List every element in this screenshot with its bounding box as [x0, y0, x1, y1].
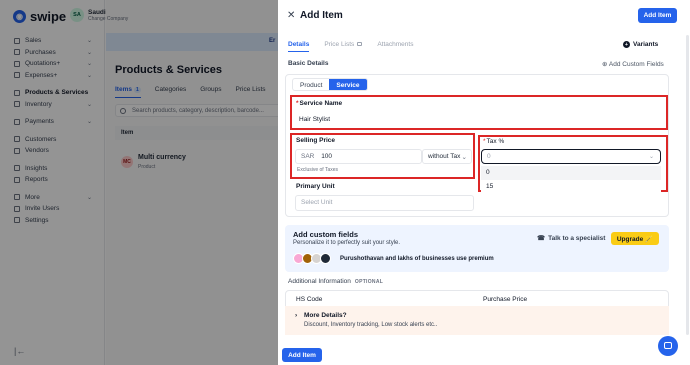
tab-price-lists[interactable]: Price Lists — [324, 41, 363, 52]
promo-title: Add custom fields — [293, 230, 359, 239]
currency-label: SAR — [301, 153, 315, 160]
tax-mode-select[interactable]: without Tax ⌄ — [422, 149, 472, 164]
chevron-right-icon: › — [295, 312, 298, 319]
more-details-title[interactable]: More Details? — [304, 312, 347, 319]
more-details-panel[interactable] — [285, 306, 669, 335]
talk-to-specialist-link[interactable]: ☎ Talk to a specialist — [537, 234, 606, 243]
talk-label: Talk to a specialist — [548, 234, 606, 242]
upgrade-button[interactable]: Upgrade 🪄 — [611, 232, 659, 245]
tax-label: *Tax % — [483, 138, 505, 145]
avatar — [320, 253, 331, 264]
scrollbar[interactable] — [686, 35, 689, 335]
service-name-label: *Service Name — [296, 100, 343, 107]
chevron-down-icon: ⌄ — [461, 154, 467, 161]
service-name-highlight — [290, 95, 668, 130]
section-basic-details: Basic Details — [288, 60, 329, 67]
tax-mode-value: without Tax — [428, 153, 461, 160]
add-custom-fields-link[interactable]: ⊕ Add Custom Fields — [602, 60, 664, 68]
lock-icon — [357, 42, 363, 47]
variants-label: Variants — [633, 41, 659, 48]
add-item-drawer: ✕ Add Item Add Item Details Price Lists … — [278, 0, 690, 365]
chat-support-button[interactable] — [658, 336, 678, 356]
tax-option[interactable]: 15 — [481, 180, 661, 194]
tab-details[interactable]: Details — [288, 41, 310, 52]
close-icon[interactable]: ✕ — [287, 10, 295, 21]
selling-price-value: 100 — [321, 153, 333, 160]
type-service-option[interactable]: Service — [329, 79, 367, 90]
primary-unit-select[interactable]: Select Unit — [295, 195, 474, 211]
drawer-title: Add Item — [300, 10, 343, 21]
tax-select[interactable]: 0 ⌄ — [481, 149, 661, 164]
item-type-toggle: Product Service — [292, 78, 368, 91]
add-item-bottom-button[interactable]: Add Item — [282, 348, 322, 362]
drawer-tabs: Details Price Lists Attachments — [288, 41, 413, 52]
promo-users-text: Purushothavan and lakhs of businesses us… — [340, 256, 494, 262]
additional-information-heading: Additional Information OPTIONAL — [288, 278, 384, 285]
selling-price-label: Selling Price — [296, 137, 336, 144]
tax-option[interactable]: 0 — [481, 166, 661, 180]
tab-attachments[interactable]: Attachments — [377, 41, 413, 52]
chevron-down-icon: ⌄ — [648, 154, 654, 160]
tax-options-menu: 0 15 — [481, 166, 661, 194]
service-name-input[interactable]: Hair Stylist — [299, 116, 330, 123]
optional-tag: OPTIONAL — [354, 279, 384, 285]
more-details-subtitle: Discount, Inventory tracking, Low stock … — [304, 322, 438, 328]
plus-icon: + — [623, 41, 630, 48]
user-avatars — [293, 253, 331, 264]
selling-price-input[interactable]: SAR 100 — [295, 149, 422, 164]
variants-toggle[interactable]: + Variants — [623, 41, 658, 48]
add-item-button[interactable]: Add Item — [638, 8, 677, 23]
custom-fields-promo: Add custom fields Personalize it to perf… — [285, 225, 669, 272]
primary-unit-label: Primary Unit — [296, 183, 335, 190]
tax-select-value: 0 — [487, 153, 491, 160]
headset-icon: ☎ — [537, 235, 546, 242]
chat-icon — [664, 342, 672, 349]
hs-code-label: HS Code — [296, 296, 323, 303]
purchase-price-label: Purchase Price — [483, 296, 528, 303]
promo-subtitle: Personalize it to perfectly suit your st… — [293, 240, 401, 246]
exclusive-taxes-note: Exclusive of Taxes — [297, 167, 339, 173]
type-product-option[interactable]: Product — [293, 79, 329, 90]
